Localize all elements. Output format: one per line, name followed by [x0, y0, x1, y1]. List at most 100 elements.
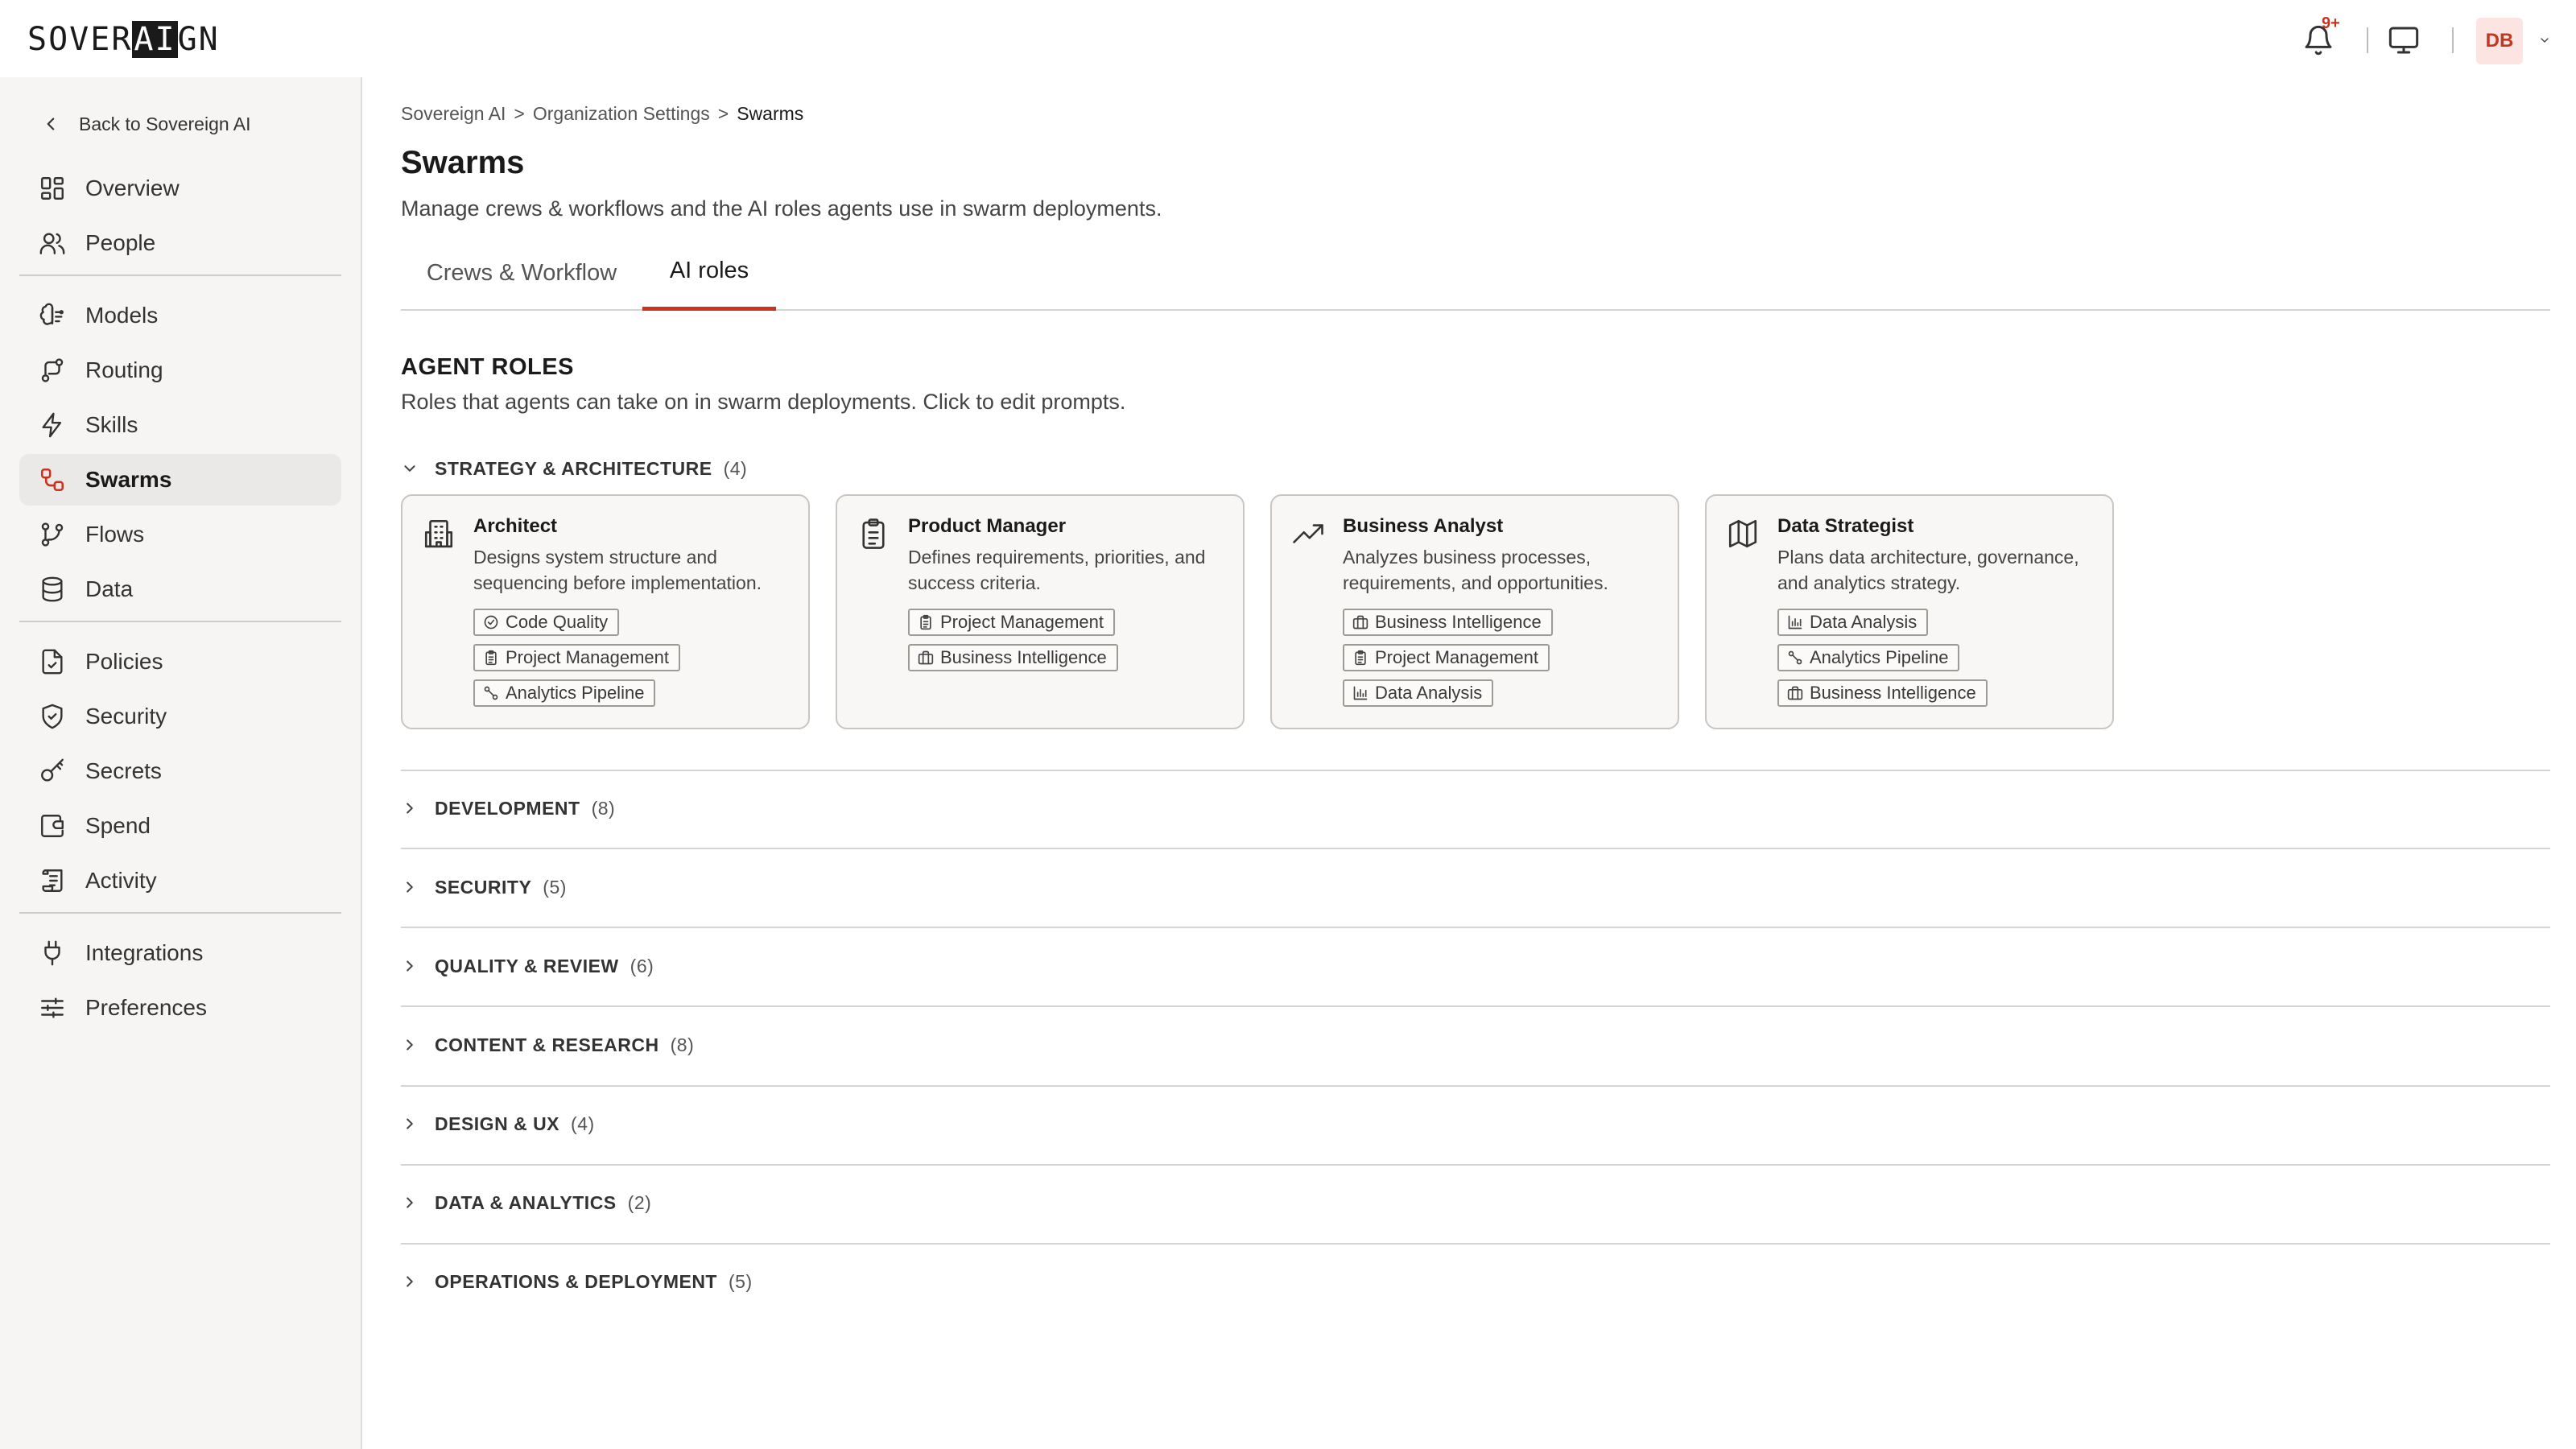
group-header-operations-deployment[interactable]: OPERATIONS & DEPLOYMENT (5)	[401, 1265, 753, 1298]
sidebar-item-skills[interactable]: Skills	[19, 399, 341, 451]
tab-crews-workflow[interactable]: Crews & Workflow	[401, 235, 642, 311]
sidebar-item-activity[interactable]: Activity	[19, 855, 341, 906]
sidebar-item-security[interactable]: Security	[19, 691, 341, 742]
sidebar-item-swarms[interactable]: Swarms	[19, 454, 341, 506]
check-circle-icon	[483, 614, 499, 630]
role-card-product-manager[interactable]: Product Manager Defines requirements, pr…	[836, 494, 1245, 729]
clipboard-icon	[918, 614, 934, 630]
group-count: (8)	[591, 797, 616, 819]
sidebar-item-label: People	[85, 230, 156, 255]
group-header-design-ux[interactable]: DESIGN & UX (4)	[401, 1108, 595, 1140]
skill-tag: Data Analysis	[1777, 609, 1929, 636]
brain-icon	[39, 302, 66, 329]
sidebar-item-overview[interactable]: Overview	[19, 163, 341, 214]
group-header-strategy-architecture[interactable]: STRATEGY & ARCHITECTURE (4)	[401, 452, 747, 485]
group-name: DATA & ANALYTICS	[435, 1191, 617, 1213]
skill-tag-label: Code Quality	[506, 612, 609, 632]
notification-count-badge: 9+	[2322, 14, 2340, 32]
back-link[interactable]: Back to Sovereign AI	[40, 108, 251, 140]
group-count: (5)	[543, 876, 567, 898]
breadcrumb-separator: >	[514, 103, 525, 124]
role-description: Defines requirements, priorities, and su…	[908, 547, 1206, 593]
skill-tag-label: Analytics Pipeline	[506, 683, 645, 703]
skill-tag-label: Project Management	[1375, 647, 1538, 667]
sidebar-item-spend[interactable]: Spend	[19, 800, 341, 852]
sovereign-logo[interactable]: SOVER AI GN	[27, 21, 220, 58]
group-header-data-analytics[interactable]: DATA & ANALYTICS (2)	[401, 1187, 651, 1219]
chevron-right-icon	[401, 957, 419, 975]
display-button[interactable]	[2388, 24, 2420, 56]
logo-text-start: SOVER	[27, 21, 133, 58]
sidebar-item-label: Overview	[85, 175, 180, 200]
breadcrumb-link[interactable]: Organization Settings	[533, 103, 710, 125]
skill-tag-label: Business Intelligence	[1810, 683, 1976, 703]
grid-icon	[39, 175, 66, 202]
group-count: (6)	[630, 955, 654, 976]
people-icon	[39, 229, 66, 257]
sidebar-divider	[19, 912, 341, 914]
sidebar-item-models[interactable]: Models	[19, 290, 341, 341]
sidebar-item-integrations[interactable]: Integrations	[19, 927, 341, 979]
group-count: (8)	[670, 1034, 695, 1055]
group-divider	[401, 1085, 2550, 1087]
user-avatar[interactable]: DB	[2476, 18, 2523, 64]
sidebar-item-people[interactable]: People	[19, 217, 341, 269]
skill-tag: Business Intelligence	[1343, 609, 1553, 636]
group-count: (5)	[729, 1270, 753, 1292]
skill-tag-label: Project Management	[506, 647, 669, 667]
chevron-right-icon	[401, 1115, 419, 1133]
role-tags: Data Analysis Analytics Pipeline Busines…	[1777, 609, 1988, 707]
breadcrumb-link[interactable]: Sovereign AI	[401, 103, 506, 125]
sidebar-item-label: Flows	[85, 522, 145, 547]
chevron-down-icon	[401, 460, 419, 477]
clipboard-icon	[483, 650, 499, 666]
group-count: (4)	[723, 457, 748, 479]
skill-tag-label: Business Intelligence	[1375, 612, 1542, 632]
group-count: (2)	[627, 1191, 652, 1213]
group-header-development[interactable]: DEVELOPMENT (8)	[401, 792, 615, 824]
sidebar-divider	[19, 275, 341, 276]
clipboard-icon	[1352, 650, 1368, 666]
chevron-right-icon	[401, 1036, 419, 1054]
sidebar-item-data[interactable]: Data	[19, 564, 341, 615]
pipeline-icon	[483, 685, 499, 701]
top-header: SOVER AI GN 9+ DB	[0, 0, 2576, 77]
skill-tag: Code Quality	[473, 609, 620, 636]
skill-tag-label: Business Intelligence	[940, 647, 1107, 667]
sidebar-item-preferences[interactable]: Preferences	[19, 982, 341, 1034]
group-name: DEVELOPMENT	[435, 797, 580, 819]
group-header-quality-review[interactable]: QUALITY & REVIEW (6)	[401, 950, 654, 982]
group-divider	[401, 1164, 2550, 1166]
role-card-business-analyst[interactable]: Business Analyst Analyzes business proce…	[1270, 494, 1679, 729]
chevron-right-icon	[401, 799, 419, 817]
sidebar-item-flows[interactable]: Flows	[19, 509, 341, 560]
chevron-down-icon[interactable]	[2536, 34, 2553, 47]
breadcrumb: Sovereign AI > Organization Settings > S…	[401, 103, 803, 125]
group-name: CONTENT & RESEARCH	[435, 1034, 659, 1055]
sidebar-item-policies[interactable]: Policies	[19, 636, 341, 687]
logo-text-end: GN	[177, 21, 220, 58]
tab-ai-roles[interactable]: AI roles	[642, 235, 776, 311]
sidebar-item-label: Swarms	[85, 467, 172, 492]
sidebar-item-routing[interactable]: Routing	[19, 345, 341, 396]
group-divider	[401, 770, 2550, 771]
group-header-content-research[interactable]: CONTENT & RESEARCH (8)	[401, 1029, 694, 1061]
role-card-data-strategist[interactable]: Data Strategist Plans data architecture,…	[1705, 494, 2114, 729]
skill-tag-label: Project Management	[940, 612, 1104, 632]
group-divider	[401, 1005, 2550, 1007]
group-header-security[interactable]: SECURITY (5)	[401, 871, 567, 903]
key-icon	[39, 758, 66, 785]
group-name: STRATEGY & ARCHITECTURE	[435, 457, 712, 479]
sidebar-item-label: Models	[85, 303, 159, 328]
role-card-architect[interactable]: Architect Designs system structure and s…	[401, 494, 810, 729]
page-title: Swarms	[401, 145, 525, 180]
tab-bar: Crews & Workflow AI roles	[401, 235, 2550, 311]
sidebar-item-label: Preferences	[85, 995, 207, 1020]
skill-tag-label: Analytics Pipeline	[1810, 647, 1949, 667]
sidebar-item-label: Policies	[85, 649, 163, 674]
group-name: SECURITY	[435, 876, 532, 898]
sidebar-item-secrets[interactable]: Secrets	[19, 745, 341, 797]
skill-tag: Data Analysis	[1343, 679, 1494, 707]
database-icon	[39, 576, 66, 603]
role-tags: Business Intelligence Project Management…	[1343, 609, 1553, 707]
